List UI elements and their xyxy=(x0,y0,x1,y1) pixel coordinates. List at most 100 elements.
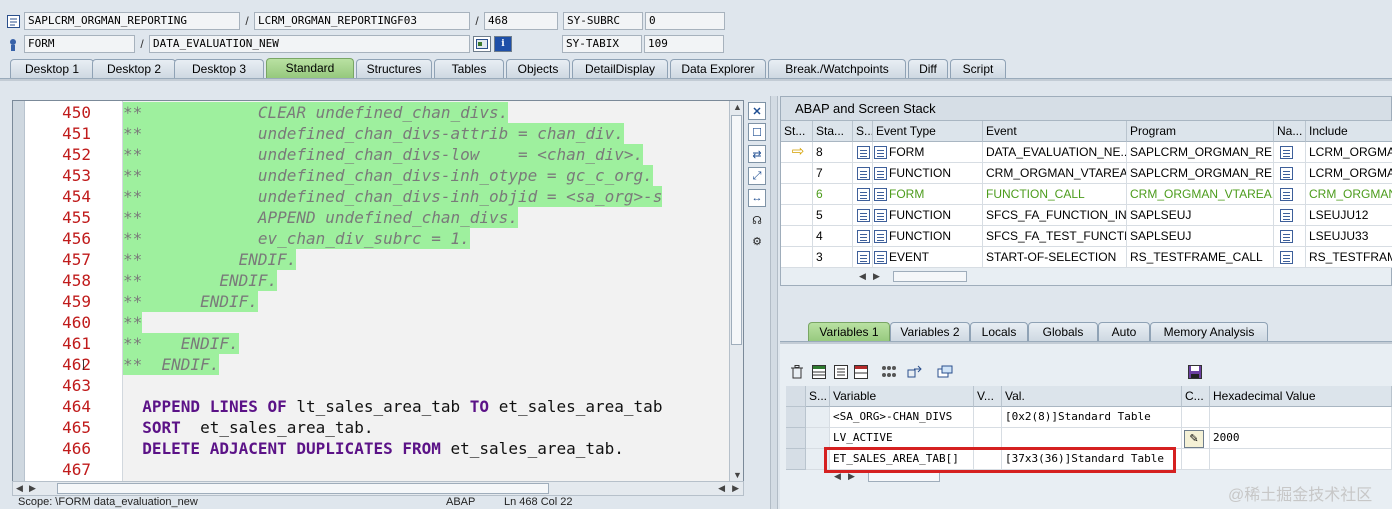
scrollbar-thumb[interactable] xyxy=(893,271,967,282)
stack-source-cell[interactable] xyxy=(853,226,873,247)
event-name-field[interactable]: DATA_EVALUATION_NEW xyxy=(149,35,470,53)
variable-name[interactable]: <SA_ORG>-CHAN_DIVS xyxy=(830,407,974,428)
stack-event[interactable]: CRM_ORGMAN_VTAREA... xyxy=(983,163,1127,184)
editor-vertical-scrollbar[interactable]: ▲ ▼ xyxy=(729,101,743,481)
variables-header-selector[interactable] xyxy=(786,386,806,407)
stack-navigate-cell[interactable] xyxy=(1274,247,1306,268)
tab-data-explorer[interactable]: Data Explorer xyxy=(670,59,766,79)
scroll-left-icon[interactable]: ◀ xyxy=(859,271,866,282)
tab-variables-1[interactable]: Variables 1 xyxy=(808,322,890,343)
row-selector[interactable] xyxy=(786,449,806,470)
scroll-left-icon[interactable]: ◀ xyxy=(16,483,23,494)
source-code-icon[interactable] xyxy=(857,167,870,181)
stack-grid[interactable]: St... Sta... S... Event Type Event Program Na.… xyxy=(781,121,1392,287)
tab-standard[interactable]: Standard xyxy=(266,58,354,79)
navigate-icon[interactable] xyxy=(1280,230,1293,244)
stack-event[interactable]: SFCS_FA_TEST_FUNCTI... xyxy=(983,226,1127,247)
source-code-icon[interactable] xyxy=(857,146,870,160)
stack-navigate-cell[interactable] xyxy=(1274,142,1306,163)
maximize-icon[interactable]: ⤢ xyxy=(748,167,766,185)
stack-include[interactable]: CRM_ORGMAN_ xyxy=(1306,184,1392,205)
swap-tool-icon[interactable]: ⇄ xyxy=(748,145,766,163)
save-table-icon[interactable] xyxy=(852,363,870,381)
navigate-icon[interactable] xyxy=(1280,209,1293,223)
stack-source-cell[interactable] xyxy=(853,205,873,226)
editor-horizontal-scrollbar[interactable]: ◀ ▶ ◀ ▶ xyxy=(12,481,744,496)
navigate-icon[interactable] xyxy=(1280,188,1293,202)
close-icon[interactable]: ✕ xyxy=(748,102,766,120)
tab-desktop-3[interactable]: Desktop 3 xyxy=(174,59,264,79)
source-editor[interactable]: 450 451 452 453 454 455 456 457 458 459 460 461 462 4… xyxy=(12,100,744,482)
variable-change-cell[interactable]: ✎ xyxy=(1182,428,1210,449)
stack-navigate-cell[interactable] xyxy=(1274,205,1306,226)
save-icon[interactable] xyxy=(1186,363,1204,381)
tab-globals[interactable]: Globals xyxy=(1028,322,1098,342)
folder-icon[interactable] xyxy=(936,363,954,381)
info-icon[interactable]: i xyxy=(494,36,512,52)
scroll-right-icon[interactable]: ▶ xyxy=(873,271,880,282)
program-field[interactable]: SAPLCRM_ORGMAN_REPORTING xyxy=(24,12,240,30)
sysvar-value-2[interactable]: 109 xyxy=(644,35,724,53)
variable-change-cell[interactable] xyxy=(1182,449,1210,470)
goto-icon[interactable] xyxy=(906,363,924,381)
stack-hscroll[interactable]: ◀ ▶ xyxy=(853,270,973,284)
table-icon[interactable] xyxy=(810,363,828,381)
variable-value[interactable] xyxy=(1002,428,1182,449)
line-field[interactable]: 468 xyxy=(484,12,558,30)
tab-tables[interactable]: Tables xyxy=(434,59,504,79)
source-code-icon[interactable] xyxy=(857,209,870,223)
code-area[interactable]: ** CLEAR undefined_chan_divs. ** undefine… xyxy=(123,101,731,481)
tab-diff[interactable]: Diff xyxy=(908,59,948,79)
stack-include[interactable]: LCRM_ORGMAN xyxy=(1306,142,1392,163)
stack-event[interactable]: SFCS_FA_FUNCTION_IN... xyxy=(983,205,1127,226)
stack-program[interactable]: SAPLSEUJ xyxy=(1127,205,1274,226)
tab-detaildisplay[interactable]: DetailDisplay xyxy=(572,59,668,79)
stack-column-header[interactable]: S... xyxy=(853,121,873,142)
stack-event[interactable]: DATA_EVALUATION_NE... xyxy=(983,142,1127,163)
navigate-icon[interactable] xyxy=(1280,167,1293,181)
list-icon[interactable] xyxy=(832,363,850,381)
source-code-icon[interactable] xyxy=(857,188,870,202)
tab-script[interactable]: Script xyxy=(950,59,1006,79)
stack-source-cell[interactable] xyxy=(853,163,873,184)
stack-program[interactable]: SAPLCRM_ORGMAN_REP... xyxy=(1127,163,1274,184)
headset-icon[interactable]: ☊ xyxy=(748,211,766,229)
variables-column-header[interactable]: V... xyxy=(974,386,1002,407)
navigate-icon[interactable] xyxy=(1280,251,1293,265)
source-code-icon[interactable] xyxy=(857,251,870,265)
stack-event[interactable]: START-OF-SELECTION xyxy=(983,247,1127,268)
scroll-down-icon[interactable]: ▼ xyxy=(733,470,742,480)
variables-column-header[interactable]: Variable xyxy=(830,386,974,407)
scroll-left-icon[interactable]: ◀ xyxy=(718,483,725,494)
variables-column-header[interactable]: Hexadecimal Value xyxy=(1210,386,1392,407)
variables-column-header[interactable]: Val. xyxy=(1002,386,1182,407)
row-selector[interactable] xyxy=(786,407,806,428)
tab-memory-analysis[interactable]: Memory Analysis xyxy=(1150,322,1268,342)
breakpoint-column[interactable] xyxy=(83,101,123,481)
stack-source-cell[interactable] xyxy=(853,142,873,163)
structure-icon[interactable] xyxy=(880,363,898,381)
tab-objects[interactable]: Objects xyxy=(506,59,570,79)
navigate-icon[interactable] xyxy=(1280,146,1293,160)
include-field[interactable]: LCRM_ORGMAN_REPORTINGF03 xyxy=(254,12,470,30)
panel-splitter[interactable] xyxy=(770,96,778,509)
event-type-field[interactable]: FORM xyxy=(24,35,135,53)
sysvar-value-1[interactable]: 0 xyxy=(645,12,725,30)
stack-program[interactable]: CRM_ORGMAN_VTAREA... xyxy=(1127,184,1274,205)
tab-desktop-2[interactable]: Desktop 2 xyxy=(92,59,176,79)
tab-variables-2[interactable]: Variables 2 xyxy=(890,322,970,342)
stack-include[interactable]: LSEUJU33 xyxy=(1306,226,1392,247)
new-tool-icon[interactable]: ☐ xyxy=(748,123,766,141)
scroll-up-icon[interactable]: ▲ xyxy=(733,102,742,112)
display-source-icon[interactable] xyxy=(473,36,491,52)
stack-navigate-cell[interactable] xyxy=(1274,163,1306,184)
stack-source-cell[interactable] xyxy=(853,247,873,268)
variable-value[interactable]: [0x2(8)]Standard Table xyxy=(1002,407,1182,428)
tab-desktop-1[interactable]: Desktop 1 xyxy=(10,59,94,79)
stack-program[interactable]: SAPLSEUJ xyxy=(1127,226,1274,247)
tab-auto[interactable]: Auto xyxy=(1098,322,1150,342)
stack-event[interactable]: FUNCTION_CALL xyxy=(983,184,1127,205)
stack-include[interactable]: LCRM_ORGMAN xyxy=(1306,163,1392,184)
stack-source-cell[interactable] xyxy=(853,184,873,205)
scroll-right-icon[interactable]: ▶ xyxy=(732,483,739,494)
